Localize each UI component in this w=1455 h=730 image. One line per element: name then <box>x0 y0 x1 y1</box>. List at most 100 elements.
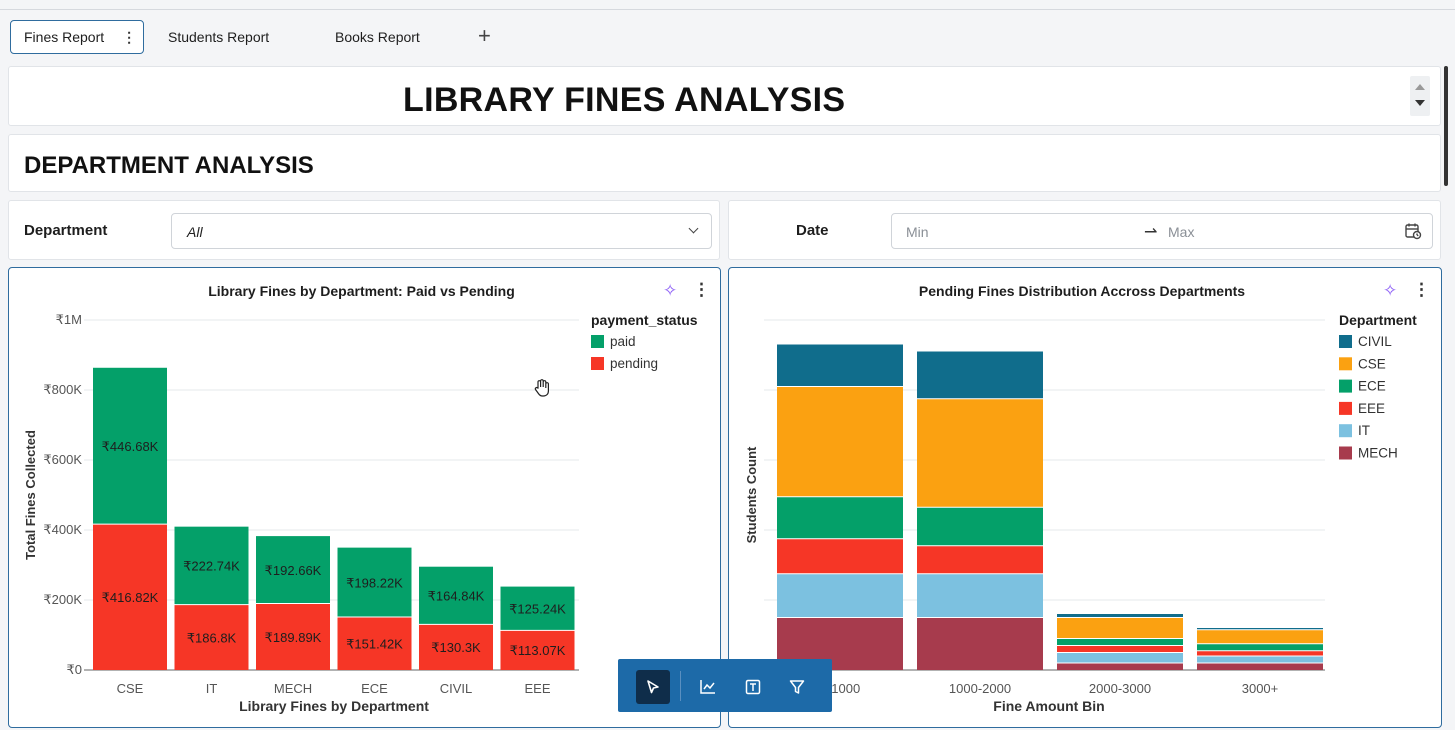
x-axis-label: Library Fines by Department <box>239 698 429 714</box>
data-label: ₹113.07K <box>510 643 566 658</box>
filter-icon <box>789 680 805 694</box>
date-min-input[interactable]: Min <box>906 224 929 240</box>
x-tick-label: EEE <box>524 681 550 696</box>
fines-by-department-chart: ₹0 ₹200K ₹400K ₹600K ₹800K ₹1M ₹416.82K ₹446.68… <box>23 312 698 714</box>
scroll-up-icon[interactable] <box>1415 84 1425 90</box>
bar-eee <box>917 545 1043 574</box>
title-panel: LIBRARY FINES ANALYSIS <box>8 66 1441 126</box>
department-filter-panel: Department All <box>8 200 720 260</box>
tab-label: Students Report <box>168 29 270 45</box>
x-tick-label: ECE <box>361 681 388 696</box>
chevron-down-icon <box>688 223 699 234</box>
date-max-input[interactable]: Max <box>1168 224 1194 240</box>
tab-label: Books Report <box>335 29 420 45</box>
data-label: ₹151.42K <box>346 637 403 652</box>
data-label: ₹186.8K <box>187 630 237 645</box>
tab-fines-report[interactable]: Fines Report ⋮ <box>10 20 144 54</box>
tab-bar: Fines Report ⋮ Students Report Books Rep… <box>0 10 1455 62</box>
department-select[interactable]: All <box>171 213 712 249</box>
tab-books-report[interactable]: Books Report <box>335 20 420 54</box>
bar-it <box>1057 652 1183 663</box>
x-axis-label: Fine Amount Bin <box>993 698 1104 714</box>
legend-title: payment_status <box>591 312 698 328</box>
legend-label: paid <box>610 334 636 349</box>
text-tool-button[interactable] <box>736 670 770 704</box>
bar-it <box>1197 656 1323 663</box>
bar-mech <box>917 617 1043 670</box>
scroll-stepper[interactable] <box>1410 76 1430 116</box>
cursor-tool-button[interactable] <box>636 670 670 704</box>
date-filter-label: Date <box>796 222 829 239</box>
bar-mech <box>1057 663 1183 670</box>
tab-menu-icon[interactable]: ⋮ <box>122 29 136 46</box>
bar-civil <box>917 351 1043 399</box>
bar-ece <box>917 507 1043 546</box>
x-tick-label: IT <box>206 681 218 696</box>
text-box-icon <box>745 679 761 695</box>
y-tick-label: ₹400K <box>43 522 82 537</box>
section-title: DEPARTMENT ANALYSIS <box>24 152 314 179</box>
y-tick-label: ₹200K <box>43 592 82 607</box>
filter-tool-button[interactable] <box>780 670 814 704</box>
y-tick-label: ₹800K <box>43 382 82 397</box>
legend-swatch <box>1339 357 1352 371</box>
pending-fines-distribution-chart-panel: Pending Fines Distribution Accross Depar… <box>728 267 1442 728</box>
bar-mech <box>1197 663 1323 670</box>
bar-civil <box>777 344 903 387</box>
page-title: LIBRARY FINES ANALYSIS <box>403 81 846 119</box>
fines-by-department-chart-panel: Library Fines by Department: Paid vs Pen… <box>8 267 721 728</box>
y-tick-label: ₹1M <box>56 312 82 327</box>
bar-eee <box>777 538 903 574</box>
bar-eee <box>1057 645 1183 653</box>
x-tick-label: 1000-2000 <box>949 681 1011 696</box>
bar-ece <box>1057 638 1183 646</box>
department-select-value: All <box>187 224 203 240</box>
legend-swatch <box>591 357 604 370</box>
bar-it <box>777 573 903 618</box>
hand-cursor-icon <box>533 378 551 403</box>
legend-label: CIVIL <box>1358 334 1392 349</box>
floating-toolbar <box>618 659 832 712</box>
scroll-down-icon[interactable] <box>1415 100 1425 106</box>
legend-label: EEE <box>1358 401 1385 416</box>
y-axis-label: Students Count <box>744 446 759 543</box>
bar-cse <box>917 398 1043 508</box>
x-tick-label: CSE <box>117 681 144 696</box>
x-tick-label: MECH <box>274 681 312 696</box>
department-filter-label: Department <box>24 222 108 239</box>
data-label: ₹192.66K <box>265 563 322 578</box>
page-scrollbar[interactable] <box>1444 66 1448 186</box>
date-filter-panel: Date Min ⇀ Max <box>728 200 1441 260</box>
add-tab-icon[interactable]: + <box>478 23 491 49</box>
legend-label: pending <box>610 356 658 371</box>
tab-students-report[interactable]: Students Report <box>168 20 269 54</box>
date-range-input[interactable]: Min ⇀ Max <box>891 213 1433 249</box>
x-tick-label: 3000+ <box>1242 681 1279 696</box>
legend-title: Department <box>1339 312 1417 328</box>
tab-label: Fines Report <box>24 29 105 45</box>
bar-cse <box>777 386 903 497</box>
range-arrow-icon: ⇀ <box>1144 224 1158 241</box>
data-label: ₹130.3K <box>431 640 481 655</box>
legend-swatch <box>1339 401 1352 415</box>
data-label: ₹416.82K <box>102 590 159 605</box>
bar-cse <box>1057 617 1183 639</box>
y-tick-label: ₹0 <box>66 662 82 677</box>
data-label: ₹125.24K <box>509 602 566 617</box>
toolbar-divider <box>680 671 681 701</box>
legend-swatch <box>1339 335 1352 348</box>
line-chart-icon <box>700 680 715 694</box>
chart-tool-button[interactable] <box>691 670 725 704</box>
data-label: ₹189.89K <box>265 630 322 645</box>
data-label: ₹164.84K <box>428 589 485 604</box>
bar-eee <box>1197 650 1323 656</box>
legend-label: IT <box>1358 423 1370 438</box>
legend-label: MECH <box>1358 446 1398 461</box>
x-tick-label: 2000-3000 <box>1089 681 1151 696</box>
y-tick-label: ₹600K <box>43 452 82 467</box>
pointer-icon <box>647 680 659 694</box>
calendar-icon[interactable] <box>1404 222 1422 245</box>
section-panel: DEPARTMENT ANALYSIS <box>8 134 1441 192</box>
bar-ece <box>1197 643 1323 651</box>
y-axis-label: Total Fines Collected <box>23 430 38 560</box>
